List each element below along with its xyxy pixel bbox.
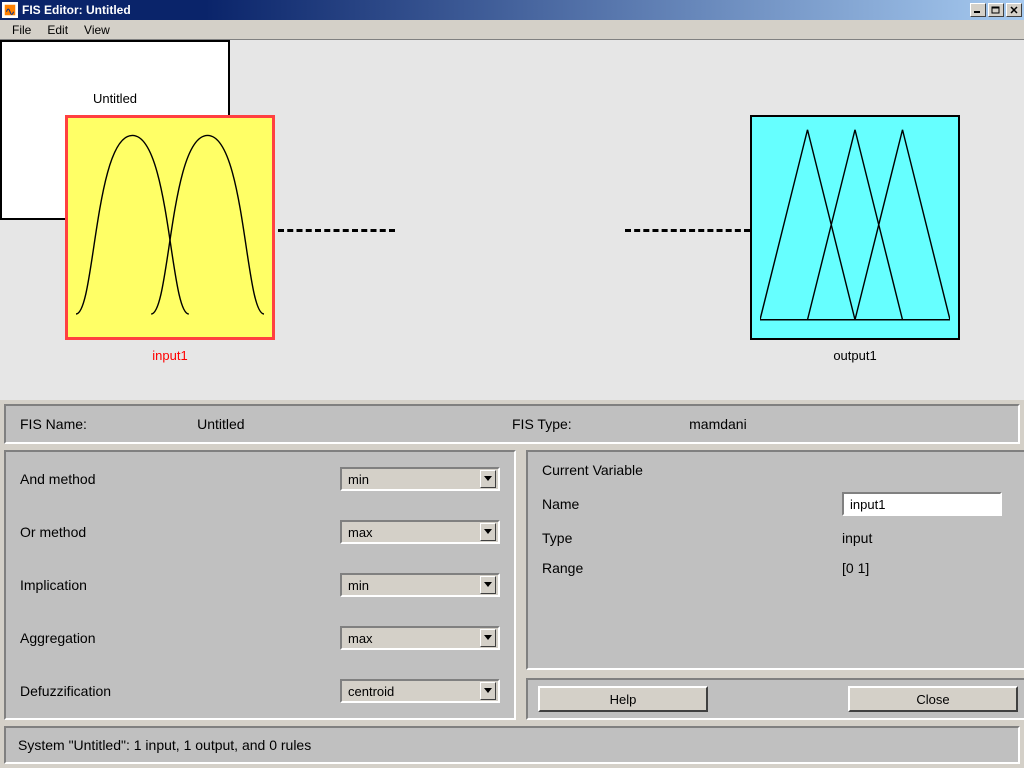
connector-left	[278, 229, 395, 232]
aggregation-select[interactable]: max	[340, 626, 500, 650]
app-icon	[2, 2, 18, 18]
var-name-field[interactable]	[842, 492, 1002, 516]
var-range-label: Range	[542, 560, 842, 576]
var-range-value: [0 1]	[842, 560, 1014, 576]
menu-view[interactable]: View	[76, 21, 118, 39]
status-text: System "Untitled": 1 input, 1 output, an…	[18, 737, 311, 753]
fis-name-value: Untitled	[197, 416, 512, 432]
maximize-button[interactable]	[988, 3, 1004, 17]
menu-file[interactable]: File	[4, 21, 39, 39]
button-row: Help Close	[526, 678, 1024, 720]
close-window-button[interactable]	[1006, 3, 1022, 17]
or-method-row: Or method max	[20, 515, 500, 549]
window-title: FIS Editor: Untitled	[22, 3, 970, 17]
implication-value: min	[348, 578, 369, 593]
aggregation-label: Aggregation	[20, 630, 340, 646]
var-type-value: input	[842, 530, 1014, 546]
and-method-label: And method	[20, 471, 340, 487]
fis-name-label: FIS Name:	[20, 416, 197, 432]
close-button[interactable]: Close	[848, 686, 1018, 712]
implication-label: Implication	[20, 577, 340, 593]
minimize-button[interactable]	[970, 3, 986, 17]
or-method-value: max	[348, 525, 373, 540]
settings-row: And method min Or method max Implication…	[4, 450, 1020, 720]
fis-info-panel: FIS Name: Untitled FIS Type: mamdani	[4, 404, 1020, 444]
aggregation-row: Aggregation max	[20, 621, 500, 655]
var-type-label: Type	[542, 530, 842, 546]
var-name-label: Name	[542, 496, 842, 512]
output-node-label: output1	[750, 348, 960, 363]
var-name-row: Name	[542, 492, 1014, 516]
output-variable-node[interactable]	[750, 115, 960, 340]
output-mf-icon	[760, 125, 950, 325]
system-name-text: Untitled	[93, 91, 137, 106]
lower-panels: FIS Name: Untitled FIS Type: mamdani And…	[4, 404, 1020, 764]
implication-select[interactable]: min	[340, 573, 500, 597]
defuzz-label: Defuzzification	[20, 683, 340, 699]
titlebar: FIS Editor: Untitled	[0, 0, 1024, 20]
current-variable-heading: Current Variable	[542, 462, 1014, 478]
or-method-select[interactable]: max	[340, 520, 500, 544]
defuzz-value: centroid	[348, 684, 394, 699]
right-column: Current Variable Name Type input Range […	[526, 450, 1024, 720]
var-type-row: Type input	[542, 530, 1014, 546]
chevron-down-icon	[480, 576, 496, 594]
fis-type-value: mamdani	[689, 416, 1004, 432]
help-button[interactable]: Help	[538, 686, 708, 712]
window-buttons	[970, 3, 1022, 17]
connector-right	[625, 229, 750, 232]
chevron-down-icon	[480, 629, 496, 647]
chevron-down-icon	[480, 682, 496, 700]
input-mf-icon	[76, 126, 264, 323]
and-method-select[interactable]: min	[340, 467, 500, 491]
chevron-down-icon	[480, 470, 496, 488]
methods-panel: And method min Or method max Implication…	[4, 450, 516, 720]
defuzz-row: Defuzzification centroid	[20, 674, 500, 708]
input-node-label: input1	[65, 348, 275, 363]
fis-type-label: FIS Type:	[512, 416, 689, 432]
current-variable-panel: Current Variable Name Type input Range […	[526, 450, 1024, 670]
diagram-area: input1 Untitled (mamdani) output1	[0, 40, 1024, 400]
status-bar: System "Untitled": 1 input, 1 output, an…	[4, 726, 1020, 764]
or-method-label: Or method	[20, 524, 340, 540]
menubar: File Edit View	[0, 20, 1024, 40]
aggregation-value: max	[348, 631, 373, 646]
implication-row: Implication min	[20, 568, 500, 602]
defuzz-select[interactable]: centroid	[340, 679, 500, 703]
menu-edit[interactable]: Edit	[39, 21, 76, 39]
and-method-row: And method min	[20, 462, 500, 496]
input-variable-node[interactable]	[65, 115, 275, 340]
and-method-value: min	[348, 472, 369, 487]
chevron-down-icon	[480, 523, 496, 541]
var-range-row: Range [0 1]	[542, 560, 1014, 576]
